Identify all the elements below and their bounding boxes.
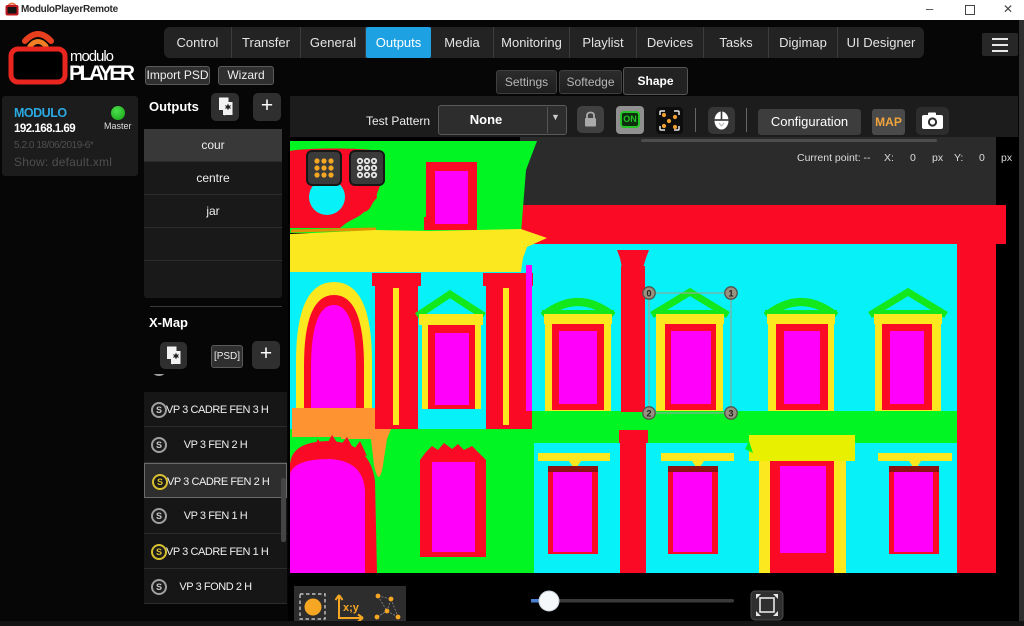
svg-text:0: 0 [646,289,651,299]
svg-text:2: 2 [646,409,651,419]
svg-text:PLAYER: PLAYER [69,62,135,85]
svg-text:x;y: x;y [343,602,360,614]
svg-text:1: 1 [728,289,733,299]
svg-text:3: 3 [728,409,733,419]
